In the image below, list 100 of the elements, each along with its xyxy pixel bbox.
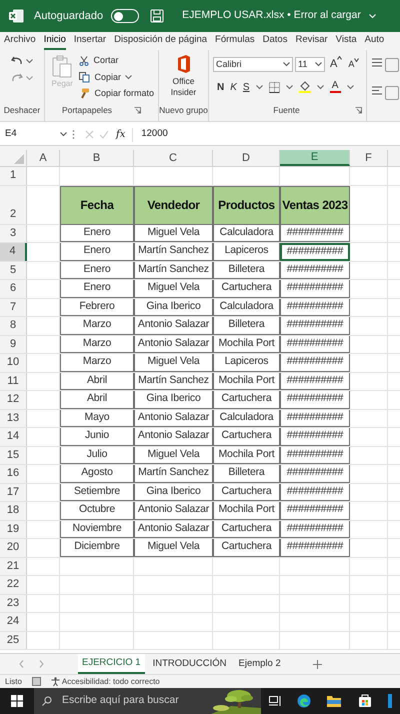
- table-cell[interactable]: Cartuchera: [213, 484, 280, 501]
- table-cell[interactable]: Miguel Vela: [134, 280, 213, 298]
- menu-tab[interactable]: Fórmulas: [215, 32, 255, 50]
- table-cell[interactable]: Antonio Salazar: [134, 317, 213, 334]
- table-cell[interactable]: ##########: [280, 317, 350, 334]
- caret-icon[interactable]: [315, 62, 322, 67]
- column-header[interactable]: C: [134, 150, 213, 166]
- column-header[interactable]: F: [350, 150, 388, 166]
- table-cell[interactable]: Marzo: [60, 317, 134, 334]
- accessibility-status[interactable]: Accesibilidad: todo correcto: [62, 676, 160, 688]
- row-header[interactable]: 18: [0, 502, 27, 520]
- table-cell[interactable]: Diciembre: [60, 539, 134, 556]
- table-cell[interactable]: Julio: [60, 446, 134, 464]
- row-header[interactable]: 6: [0, 280, 27, 298]
- column-header[interactable]: A: [27, 150, 60, 166]
- table-cell[interactable]: ##########: [280, 539, 350, 556]
- format-painter-button[interactable]: Copiar formato: [94, 87, 154, 100]
- table-cell[interactable]: Miguel Vela: [134, 446, 213, 464]
- bold-button[interactable]: N: [217, 80, 224, 94]
- task-view-icon[interactable]: [269, 696, 282, 706]
- table-cell[interactable]: Miguel Vela: [134, 354, 213, 372]
- table-cell[interactable]: ##########: [280, 502, 350, 520]
- table-cell[interactable]: Mochila Port: [213, 372, 280, 390]
- menu-tab[interactable]: Archivo: [4, 32, 36, 50]
- underline-button[interactable]: S: [242, 80, 250, 94]
- table-cell[interactable]: Martín Sanchez: [134, 465, 213, 482]
- copy-icon[interactable]: [79, 72, 90, 83]
- table-cell[interactable]: ##########: [280, 298, 350, 316]
- add-sheet-icon[interactable]: [312, 660, 322, 668]
- table-cell[interactable]: Enero: [60, 243, 134, 260]
- table-cell[interactable]: ##########: [280, 465, 350, 482]
- table-cell[interactable]: ##########: [280, 372, 350, 390]
- fill-color-icon[interactable]: [298, 81, 311, 93]
- table-cell[interactable]: Mochila Port: [213, 446, 280, 464]
- table-cell[interactable]: Octubre: [60, 502, 134, 520]
- table-cell[interactable]: Abril: [60, 372, 134, 390]
- macro-icon[interactable]: [32, 677, 41, 686]
- borders-icon[interactable]: [268, 82, 280, 92]
- windows-start-icon[interactable]: [11, 695, 23, 707]
- row-header[interactable]: 9: [0, 336, 27, 353]
- table-cell[interactable]: Gina Iberico: [134, 484, 213, 501]
- name-box[interactable]: E4: [0, 126, 72, 142]
- table-cell[interactable]: Miguel Vela: [134, 539, 213, 556]
- app-icon[interactable]: [388, 694, 392, 708]
- search-icon[interactable]: [42, 696, 52, 706]
- accessibility-icon[interactable]: [50, 677, 60, 686]
- table-cell[interactable]: Enero: [60, 280, 134, 298]
- row-header[interactable]: 8: [0, 317, 27, 334]
- table-cell[interactable]: Gina Iberico: [134, 298, 213, 316]
- sheet-tab[interactable]: Ejemplo 2: [234, 654, 285, 674]
- row-header[interactable]: 22: [0, 576, 27, 594]
- check-icon[interactable]: [99, 130, 109, 139]
- row-header[interactable]: 2: [0, 186, 27, 224]
- row-header[interactable]: 13: [0, 410, 27, 427]
- office-logo-icon[interactable]: [176, 54, 192, 74]
- store-icon[interactable]: [358, 694, 372, 708]
- formula-value[interactable]: 12000: [141, 127, 168, 142]
- caret-icon[interactable]: [256, 84, 263, 90]
- taskbar-search-field[interactable]: Escribe aquí para buscar: [34, 688, 261, 714]
- table-cell[interactable]: Enero: [60, 262, 134, 279]
- caret-icon[interactable]: [316, 84, 324, 90]
- table-cell[interactable]: Cartuchera: [213, 428, 280, 446]
- table-cell[interactable]: Gina Iberico: [134, 391, 213, 408]
- undo-icon[interactable]: [11, 56, 23, 67]
- row-header[interactable]: 21: [0, 558, 27, 575]
- table-cell[interactable]: Billetera: [213, 317, 280, 334]
- row-header[interactable]: 25: [0, 632, 27, 649]
- more-options-icon[interactable]: [72, 130, 75, 139]
- table-cell[interactable]: ##########: [280, 410, 350, 427]
- cut-button[interactable]: Cortar: [93, 54, 118, 68]
- caret-icon[interactable]: [124, 74, 132, 80]
- font-color-button[interactable]: A: [330, 81, 341, 93]
- table-cell[interactable]: Mochila Port: [213, 502, 280, 520]
- table-cell[interactable]: Antonio Salazar: [134, 428, 213, 446]
- menu-tab[interactable]: Vista: [336, 32, 357, 50]
- file-title[interactable]: EJEMPLO USAR.xlsx • Error al cargar: [182, 8, 361, 24]
- table-cell[interactable]: Miguel Vela: [134, 224, 213, 242]
- caret-icon[interactable]: [346, 84, 354, 90]
- menu-tab[interactable]: Revisar: [295, 32, 328, 50]
- table-cell[interactable]: Cartuchera: [213, 391, 280, 408]
- save-icon[interactable]: [150, 9, 164, 23]
- table-cell[interactable]: Enero: [60, 224, 134, 242]
- sheet-tab[interactable]: INTRODUCCIÓN: [148, 654, 230, 674]
- table-cell[interactable]: Calculadora: [213, 298, 280, 316]
- autosave-toggle[interactable]: [111, 9, 140, 23]
- row-header[interactable]: 19: [0, 520, 27, 538]
- row-header[interactable]: 20: [0, 539, 27, 556]
- row-header[interactable]: 7: [0, 298, 27, 316]
- font-size-field[interactable]: 11: [295, 56, 325, 72]
- table-cell[interactable]: Antonio Salazar: [134, 410, 213, 427]
- caret-icon[interactable]: [283, 62, 290, 67]
- table-cell[interactable]: Lapiceros: [213, 354, 280, 372]
- row-header[interactable]: 4: [0, 243, 27, 260]
- table-cell[interactable]: Agosto: [60, 465, 134, 482]
- table-cell[interactable]: Calculadora: [213, 410, 280, 427]
- caret-icon[interactable]: [26, 59, 33, 64]
- row-header[interactable]: 15: [0, 446, 27, 464]
- shrink-font-button[interactable]: A: [348, 58, 360, 71]
- row-header[interactable]: 1: [0, 167, 27, 184]
- copy-button[interactable]: Copiar: [94, 70, 121, 84]
